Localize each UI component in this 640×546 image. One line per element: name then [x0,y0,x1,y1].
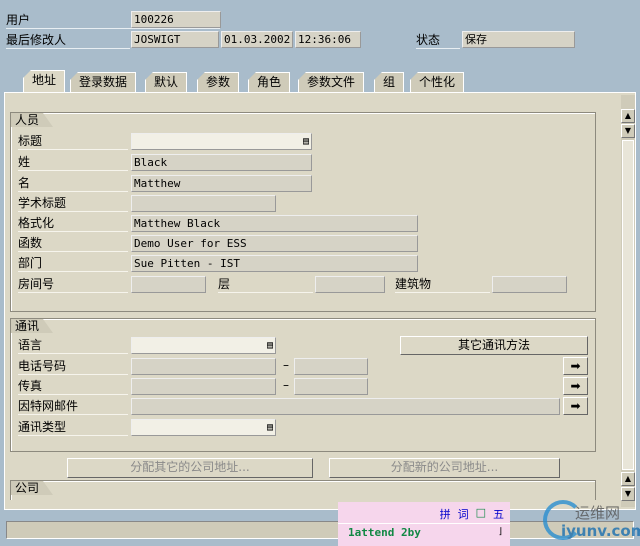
first-name-label: 名 [18,175,128,192]
fax-separator: – [283,378,289,392]
department-field[interactable]: Sue Pitten - IST [131,255,418,272]
function-field[interactable]: Demo User for ESS [131,235,418,252]
scroll-up-button[interactable]: ▲ [621,109,635,123]
comm-type-field[interactable]: ▤ [131,419,276,436]
dropdown-list-icon[interactable]: ▤ [303,135,309,148]
tab-logon-data[interactable]: 登录数据 [70,72,137,92]
format-label: 格式化 [18,215,128,232]
ime-wubi-icon[interactable]: 五 [493,506,504,522]
last-name-field[interactable]: Black [131,154,312,171]
room-field[interactable] [131,276,206,293]
language-field[interactable]: ▤ [131,337,276,354]
tab-roles[interactable]: 角色 [248,72,291,92]
email-label: 因特网邮件 [18,398,128,415]
changed-date-field[interactable]: 01.03.2002 [221,31,293,48]
scroll-up-button-bottom[interactable]: ▲ [621,472,635,486]
building-field[interactable] [492,276,567,293]
user-field[interactable]: 100226 [131,11,221,28]
company-group: 公司 [10,480,596,500]
fax-label: 传真 [18,378,128,395]
status-label: 状态 [416,32,460,49]
status-field[interactable]: 保存 [462,31,575,48]
ime-word-icon[interactable]: 词 [458,506,469,522]
fax-extension-field[interactable] [294,378,368,395]
function-label: 函数 [18,235,128,252]
floor-label: 层 [218,276,313,293]
tab-defaults[interactable]: 默认 [145,72,188,92]
watermark-logo: 运维网 iyunv.com [535,498,640,546]
academic-title-field[interactable] [131,195,276,212]
phone-extension-field[interactable] [294,358,368,375]
last-name-label: 姓 [18,154,128,171]
ime-pinyin-icon[interactable]: 拼 [440,506,451,522]
assign-new-company-address-button[interactable]: 分配新的公司地址... [329,458,560,478]
watermark-line1: 运维网 [575,504,621,522]
first-name-field[interactable]: Matthew [131,175,312,192]
other-comm-methods-button[interactable]: 其它通讯方法 [400,336,588,355]
salutation-field[interactable]: ▤ [131,133,312,150]
watermark-line2: iyunv.com [561,522,640,540]
tab-personalization[interactable]: 个性化 [410,72,465,92]
email-details-button[interactable]: ➡ [563,397,588,415]
phone-separator: – [283,358,289,372]
tab-groups[interactable]: 组 [374,72,405,92]
room-label: 房间号 [18,276,128,293]
communication-group-title: 通讯 [11,319,53,333]
tab-parameters[interactable]: 参数 [197,72,240,92]
changed-by-field[interactable]: JOSWIGT [131,31,219,48]
person-group-title: 人员 [11,113,53,127]
ime-page-icon[interactable]: ⌋ [498,527,502,537]
floor-field[interactable] [315,276,385,293]
fax-field[interactable] [131,378,276,395]
company-group-title: 公司 [11,481,53,495]
ime-toolbar: 拼 词 □ 五 [440,506,504,522]
dropdown-list-icon[interactable]: ▤ [267,421,273,434]
comm-type-label: 通讯类型 [18,419,128,436]
phone-field[interactable] [131,358,276,375]
dropdown-list-icon[interactable]: ▤ [267,339,273,352]
ime-candidate-window: 拼 词 □ 五 1attend 2by ⌋ [338,502,510,546]
language-label: 语言 [18,337,128,354]
ime-square-icon[interactable]: □ [476,506,486,522]
phone-details-button[interactable]: ➡ [563,357,588,375]
scroll-down-button[interactable]: ▼ [621,124,635,138]
format-field[interactable]: Matthew Black [131,215,418,232]
assign-other-company-address-button[interactable]: 分配其它的公司地址... [67,458,313,478]
changed-by-label: 最后修改人 [6,32,130,49]
arrow-right-icon: ➡ [570,359,581,373]
phone-label: 电话号码 [18,358,128,375]
arrow-right-icon: ➡ [570,379,581,393]
academic-title-label: 学术标题 [18,195,128,212]
fax-details-button[interactable]: ➡ [563,377,588,395]
tab-address[interactable]: 地址 [23,70,66,93]
scroll-thumb[interactable] [622,140,634,470]
ime-input-text: 1attend 2by [348,526,421,539]
department-label: 部门 [18,255,128,272]
building-label: 建筑物 [395,276,490,293]
arrow-right-icon: ➡ [570,399,581,413]
tab-profiles[interactable]: 参数文件 [298,72,365,92]
salutation-label: 标题 [18,133,128,150]
changed-time-field[interactable]: 12:36:06 [295,31,361,48]
email-field[interactable] [131,398,560,415]
ime-divider [338,523,510,524]
